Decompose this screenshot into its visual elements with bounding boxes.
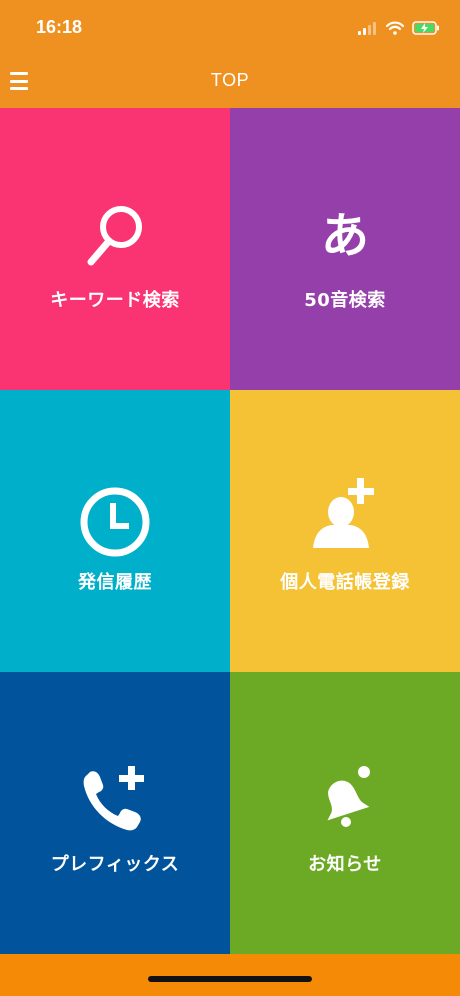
tile-prefix[interactable]: プレフィックス	[0, 672, 230, 954]
tile-label: お知らせ	[308, 854, 382, 875]
search-icon	[87, 206, 142, 266]
tile-label: プレフィックス	[50, 854, 180, 875]
bell-icon	[327, 766, 370, 827]
page-title: TOP	[210, 70, 250, 90]
tile-label: 発信履歴	[78, 572, 152, 593]
bottom-bar	[0, 954, 460, 996]
home-indicator[interactable]	[148, 976, 312, 982]
tile-50on-search[interactable]: あ 50音検索	[230, 108, 460, 390]
add-phone-icon	[83, 766, 144, 831]
tile-call-history[interactable]: 発信履歴	[0, 390, 230, 672]
tile-keyword-search[interactable]: キーワード検索	[0, 108, 230, 390]
nav-bar: TOP	[0, 56, 460, 108]
status-bar: 16:18	[0, 0, 460, 56]
clock-icon	[80, 487, 150, 557]
wifi-icon	[386, 21, 404, 35]
tile-personal-phonebook[interactable]: 個人電話帳登録	[230, 390, 460, 672]
battery-charging-icon	[412, 21, 439, 35]
tile-label: 50音検索	[304, 290, 386, 311]
hiragana-a-icon: あ	[320, 208, 370, 264]
add-person-icon	[313, 478, 374, 548]
tile-notifications[interactable]: お知らせ	[230, 672, 460, 954]
menu-grid: キーワード検索 あ 50音検索 発信履歴 個人電話帳登録 プレフィックス お知ら…	[0, 108, 460, 954]
status-time: 16:18	[36, 17, 83, 37]
tile-label: 個人電話帳登録	[280, 572, 410, 593]
tile-label: キーワード検索	[50, 290, 180, 311]
status-icons	[358, 18, 440, 38]
signal-icon	[358, 22, 376, 35]
